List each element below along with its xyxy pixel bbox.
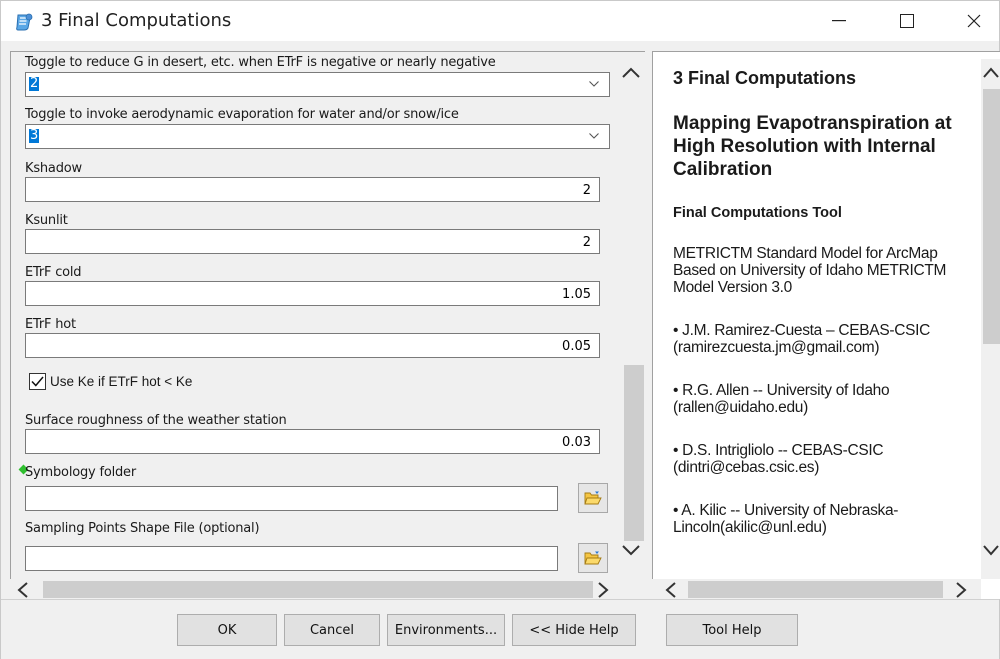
field-label-surface-roughness: Surface roughness of the weather station bbox=[25, 413, 287, 428]
minimize-icon bbox=[832, 20, 846, 22]
chevron-down-icon bbox=[589, 81, 599, 87]
open-folder-icon bbox=[584, 551, 602, 565]
help-author: • J.M. Ramirez-Cuesta – CEBAS-CSIC (rami… bbox=[673, 322, 931, 356]
form-vertical-scroll-thumb[interactable] bbox=[624, 365, 644, 541]
tool-help-button[interactable]: Tool Help bbox=[666, 614, 798, 646]
close-button[interactable] bbox=[951, 1, 997, 41]
etrf-hot-input[interactable]: 0.05 bbox=[25, 333, 600, 358]
chevron-right-icon[interactable] bbox=[955, 582, 967, 598]
field-label-ksunlit: Ksunlit bbox=[25, 213, 68, 228]
help-author: • A. Kilic -- University of Nebraska-Lin… bbox=[673, 502, 899, 536]
help-panel: 3 Final Computations Mapping Evapotransp… bbox=[652, 51, 1000, 599]
etrf-cold-input[interactable]: 1.05 bbox=[25, 281, 600, 306]
help-author: • D.S. Intrigliolo -- CEBAS-CSIC (dintri… bbox=[673, 442, 884, 476]
environments-button[interactable]: Environments... bbox=[387, 614, 505, 646]
field-label-reduce-g: Toggle to reduce G in desert, etc. when … bbox=[25, 55, 496, 70]
ksunlit-input[interactable]: 2 bbox=[25, 229, 600, 254]
field-label-kshadow: Kshadow bbox=[25, 161, 82, 176]
ok-button[interactable]: OK bbox=[177, 614, 277, 646]
surface-roughness-input[interactable]: 0.03 bbox=[25, 429, 600, 454]
close-icon bbox=[967, 14, 981, 28]
title-bar[interactable]: 3 Final Computations bbox=[1, 1, 999, 41]
symbology-folder-input[interactable] bbox=[25, 486, 558, 511]
help-content: 3 Final Computations Mapping Evapotransp… bbox=[673, 68, 978, 536]
hide-help-button[interactable]: << Hide Help bbox=[512, 614, 636, 646]
window-title: 3 Final Computations bbox=[41, 10, 232, 31]
help-vertical-scroll-thumb[interactable] bbox=[983, 89, 1000, 344]
chevron-left-icon[interactable] bbox=[665, 582, 677, 598]
sampling-points-input[interactable] bbox=[25, 546, 558, 571]
field-label-aerodynamic: Toggle to invoke aerodynamic evaporation… bbox=[25, 107, 459, 122]
field-label-etrf-cold: ETrF cold bbox=[25, 265, 82, 280]
help-title: 3 Final Computations bbox=[673, 68, 857, 88]
field-label-symbology-folder: Symbology folder bbox=[25, 465, 136, 480]
help-horizontal-scroll-thumb[interactable] bbox=[688, 581, 943, 598]
etrf-cold-value: 1.05 bbox=[562, 287, 591, 302]
checkmark-icon bbox=[31, 376, 44, 387]
chevron-down-icon[interactable] bbox=[622, 544, 640, 556]
reduce-g-value: 2 bbox=[29, 76, 40, 91]
help-intro: METRICTM Standard Model for ArcMap Based… bbox=[673, 245, 947, 296]
field-label-sampling-points: Sampling Points Shape File (optional) bbox=[25, 521, 260, 536]
cancel-button[interactable]: Cancel bbox=[284, 614, 380, 646]
chevron-left-icon[interactable] bbox=[17, 582, 29, 598]
reduce-g-select[interactable]: 2 bbox=[25, 72, 610, 97]
kshadow-value: 2 bbox=[582, 183, 591, 198]
help-subtitle: Mapping Evapotranspiration at High Resol… bbox=[673, 113, 952, 180]
help-author: • R.G. Allen -- University of Idaho (ral… bbox=[673, 382, 890, 416]
form-horizontal-scroll-thumb[interactable] bbox=[43, 581, 593, 598]
help-section-title: Final Computations Tool bbox=[673, 205, 842, 221]
minimize-button[interactable] bbox=[816, 1, 862, 41]
dialog-window: 3 Final Computations Toggle to reduce G … bbox=[0, 0, 1000, 659]
use-ke-checkbox[interactable] bbox=[29, 373, 46, 390]
open-folder-icon bbox=[584, 491, 602, 505]
aerodynamic-select[interactable]: 3 bbox=[25, 124, 610, 149]
ksunlit-value: 2 bbox=[582, 235, 591, 250]
chevron-right-icon[interactable] bbox=[597, 582, 609, 598]
aerodynamic-value: 3 bbox=[29, 128, 40, 143]
surface-roughness-value: 0.03 bbox=[562, 435, 591, 450]
use-ke-checkbox-row[interactable]: Use Ke if ETrF hot < Ke bbox=[29, 373, 192, 390]
chevron-up-icon[interactable] bbox=[983, 67, 999, 79]
script-tool-icon bbox=[15, 13, 33, 31]
maximize-icon bbox=[900, 14, 914, 28]
field-label-etrf-hot: ETrF hot bbox=[25, 317, 76, 332]
maximize-button[interactable] bbox=[884, 1, 930, 41]
chevron-down-icon[interactable] bbox=[983, 544, 999, 556]
etrf-hot-value: 0.05 bbox=[562, 339, 591, 354]
use-ke-label: Use Ke if ETrF hot < Ke bbox=[50, 374, 193, 389]
symbology-folder-browse-button[interactable] bbox=[578, 483, 608, 513]
chevron-up-icon[interactable] bbox=[622, 67, 640, 79]
kshadow-input[interactable]: 2 bbox=[25, 177, 600, 202]
sampling-points-browse-button[interactable] bbox=[578, 543, 608, 573]
chevron-down-icon bbox=[589, 133, 599, 139]
